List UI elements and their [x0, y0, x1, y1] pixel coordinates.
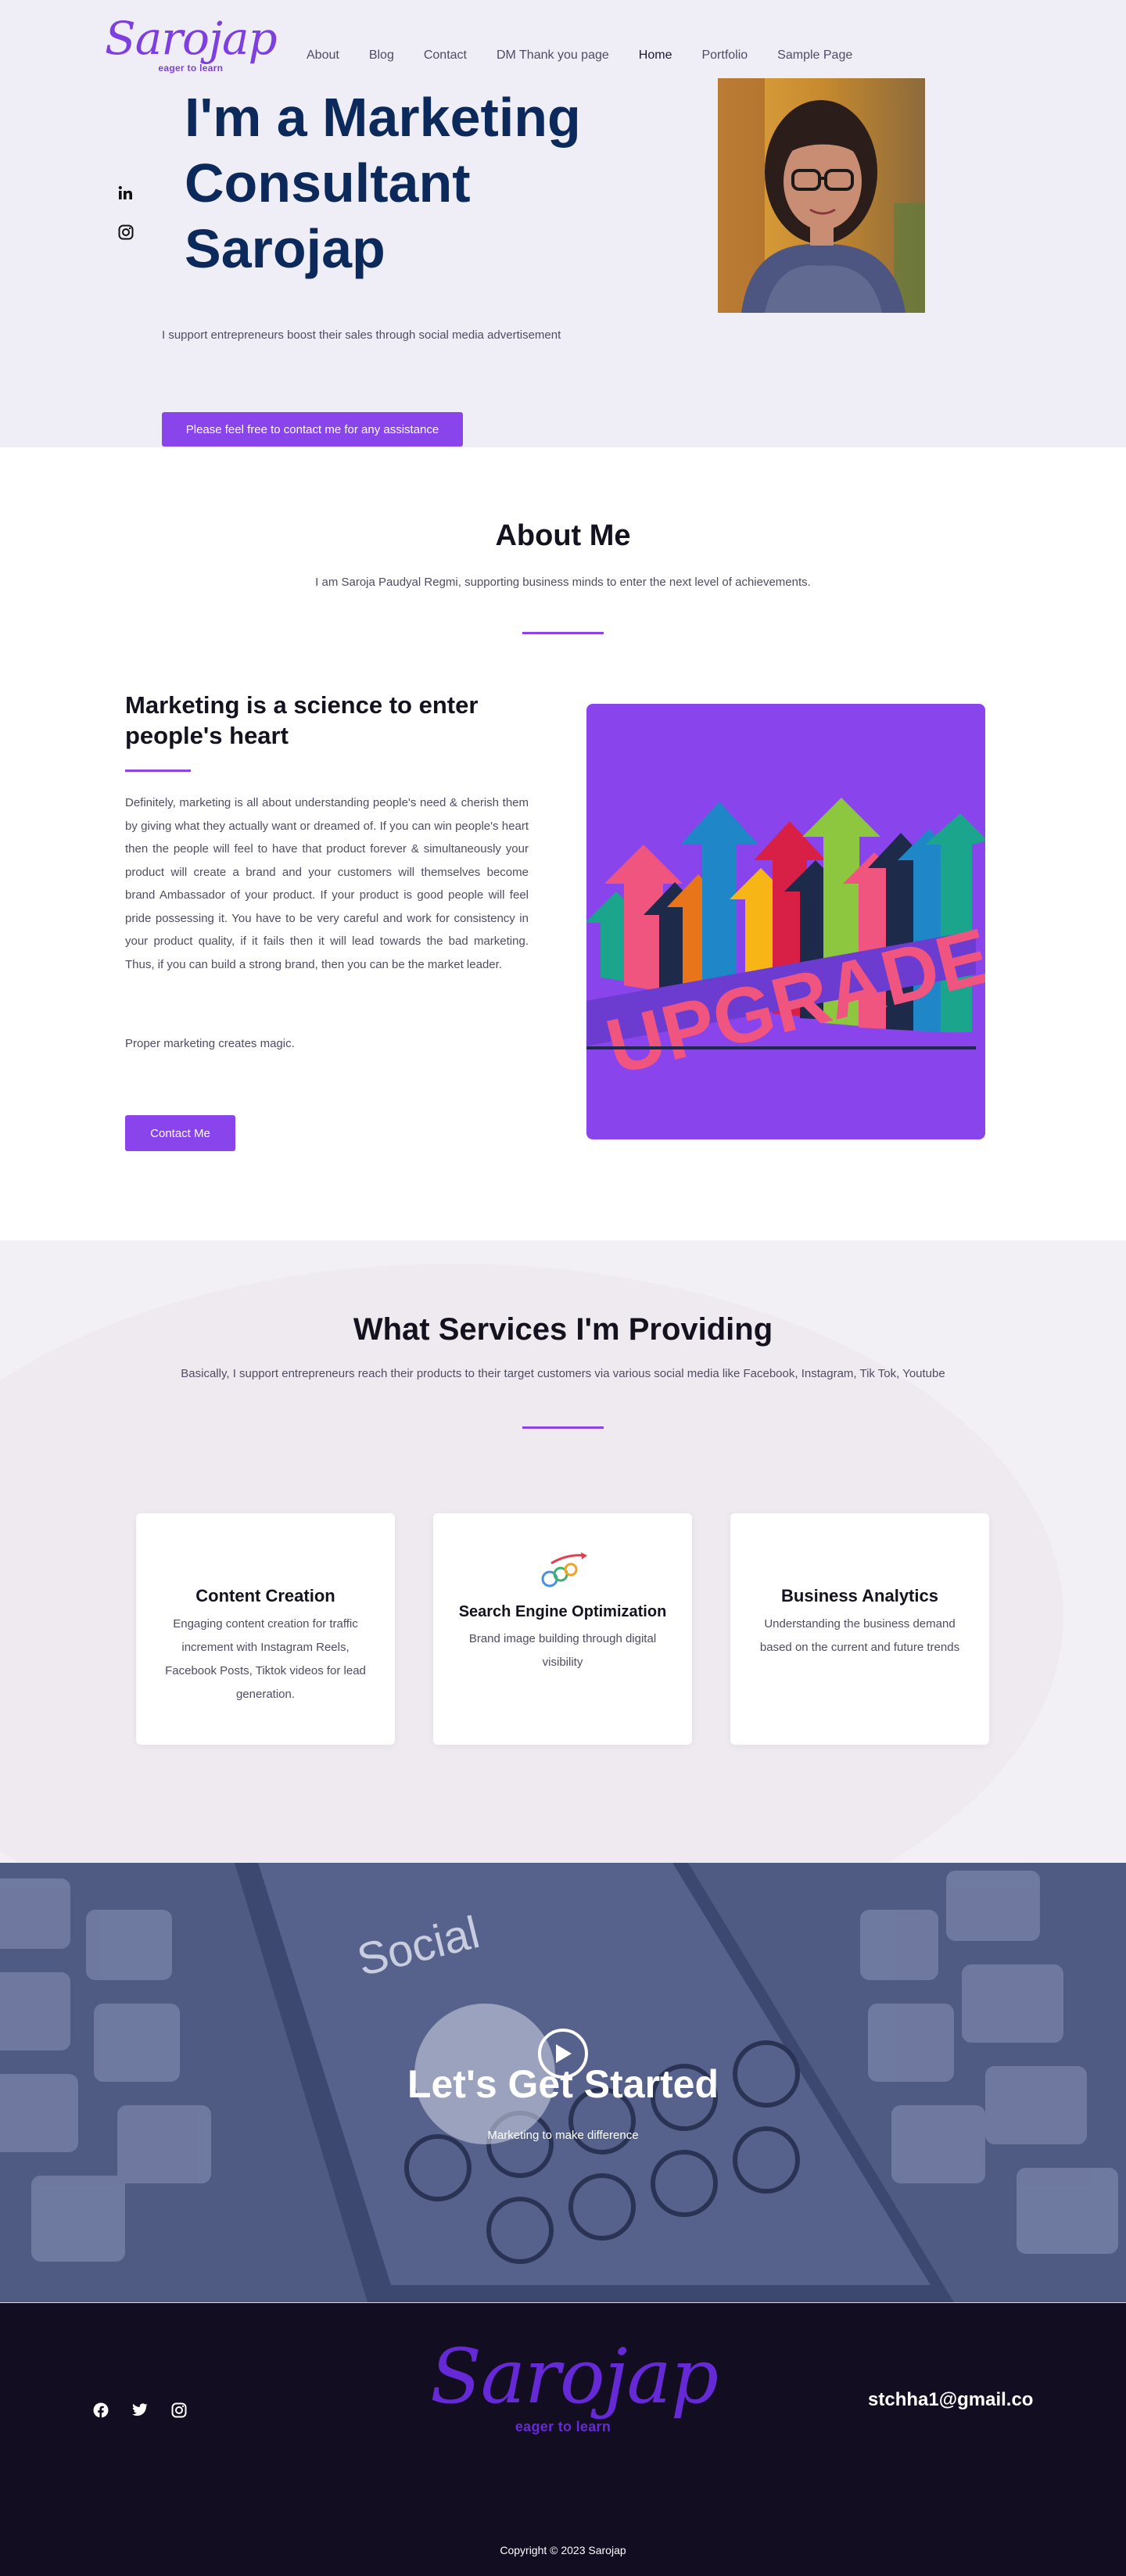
nav-item-blog[interactable]: Blog — [369, 48, 394, 63]
service-card-title: Search Engine Optimization — [458, 1603, 667, 1620]
instagram-icon[interactable] — [117, 224, 134, 241]
seo-icon — [433, 1551, 692, 1594]
services-subheading: Basically, I support entrepreneurs reach… — [181, 1367, 945, 1380]
facebook-icon[interactable] — [92, 2402, 109, 2419]
nav-item-about[interactable]: About — [307, 48, 339, 63]
main-nav: About Blog Contact DM Thank you page Hom… — [307, 48, 882, 63]
service-card-seo: Search Engine Optimization Brand image b… — [433, 1513, 692, 1745]
footer-email[interactable]: stchha1@gmail.co — [868, 2389, 1033, 2411]
feature-divider — [125, 770, 191, 772]
service-card-title: Business Analytics — [781, 1586, 938, 1606]
about-section: About Me I am Saroja Paudyal Regmi, supp… — [0, 447, 1126, 1240]
cta-subtitle: Marketing to make difference — [487, 2129, 639, 2142]
site-logo[interactable]: Sarojap eager to learn — [105, 12, 278, 74]
upgrade-image: UPGRADE — [586, 704, 985, 1139]
logo-tagline: eager to learn — [515, 2419, 611, 2434]
get-started-section: Social Let's Get Started Marketing to ma… — [0, 1863, 1126, 2302]
section-divider — [522, 1426, 604, 1429]
footer-logo[interactable]: Sarojap eager to learn — [430, 2333, 719, 2435]
footer-social-links — [92, 2402, 188, 2419]
contact-me-button[interactable]: Contact Me — [125, 1115, 235, 1151]
instagram-icon[interactable] — [170, 2402, 188, 2419]
feature-body: Definitely, marketing is all about under… — [125, 796, 529, 971]
logo-wordmark: Sarojap — [105, 12, 278, 65]
feature-title: Marketing is a science to enter people's… — [125, 691, 479, 749]
nav-item-contact[interactable]: Contact — [424, 48, 467, 63]
cta-title: Let's Get Started — [407, 2062, 719, 2106]
nav-item-portfolio[interactable]: Portfolio — [701, 48, 748, 63]
section-divider — [522, 632, 604, 634]
twitter-icon[interactable] — [131, 2402, 149, 2419]
services-section: What Services I'm Providing Basically, I… — [0, 1240, 1126, 1863]
about-heading: About Me — [495, 519, 631, 552]
feature-tagline: Proper marketing creates magic. — [125, 1037, 295, 1050]
nav-item-home[interactable]: Home — [639, 48, 672, 63]
linkedin-icon[interactable] — [117, 185, 134, 202]
hero-title: I'm a Marketing Consultant Sarojap — [185, 84, 685, 282]
service-card-title: Content Creation — [195, 1586, 335, 1606]
service-card-content-creation: Content Creation Engaging content creati… — [136, 1513, 395, 1745]
hero-subtitle: I support entrepreneurs boost their sale… — [162, 328, 561, 342]
service-card-body: Engaging content creation for traffic in… — [165, 1617, 366, 1701]
nav-item-sample-page[interactable]: Sample Page — [777, 48, 852, 63]
hero-title-line: Sarojap — [185, 218, 385, 279]
about-subheading: I am Saroja Paudyal Regmi, supporting bu… — [315, 576, 811, 589]
hero-section: Sarojap eager to learn About Blog Contac… — [0, 0, 1126, 447]
copyright-text: Copyright © 2023 Sarojap — [500, 2544, 626, 2556]
service-card-business-analytics: Business Analytics Understanding the bus… — [730, 1513, 989, 1745]
hero-contact-button[interactable]: Please feel free to contact me for any a… — [162, 412, 463, 447]
service-card-body: Understanding the business demand based … — [759, 1617, 960, 1654]
site-footer: Sarojap eager to learn stchha1@gmail.co … — [0, 2302, 1126, 2576]
hero-title-line: Consultant — [185, 152, 471, 213]
hero-social-links — [117, 185, 134, 241]
services-heading: What Services I'm Providing — [353, 1312, 773, 1347]
nav-item-dm-thank-you[interactable]: DM Thank you page — [497, 48, 609, 63]
logo-wordmark: Sarojap — [430, 2333, 719, 2420]
hero-title-line: I'm a Marketing — [185, 87, 581, 148]
service-card-body: Brand image building through digital vis… — [468, 1632, 657, 1669]
profile-photo — [718, 78, 925, 313]
